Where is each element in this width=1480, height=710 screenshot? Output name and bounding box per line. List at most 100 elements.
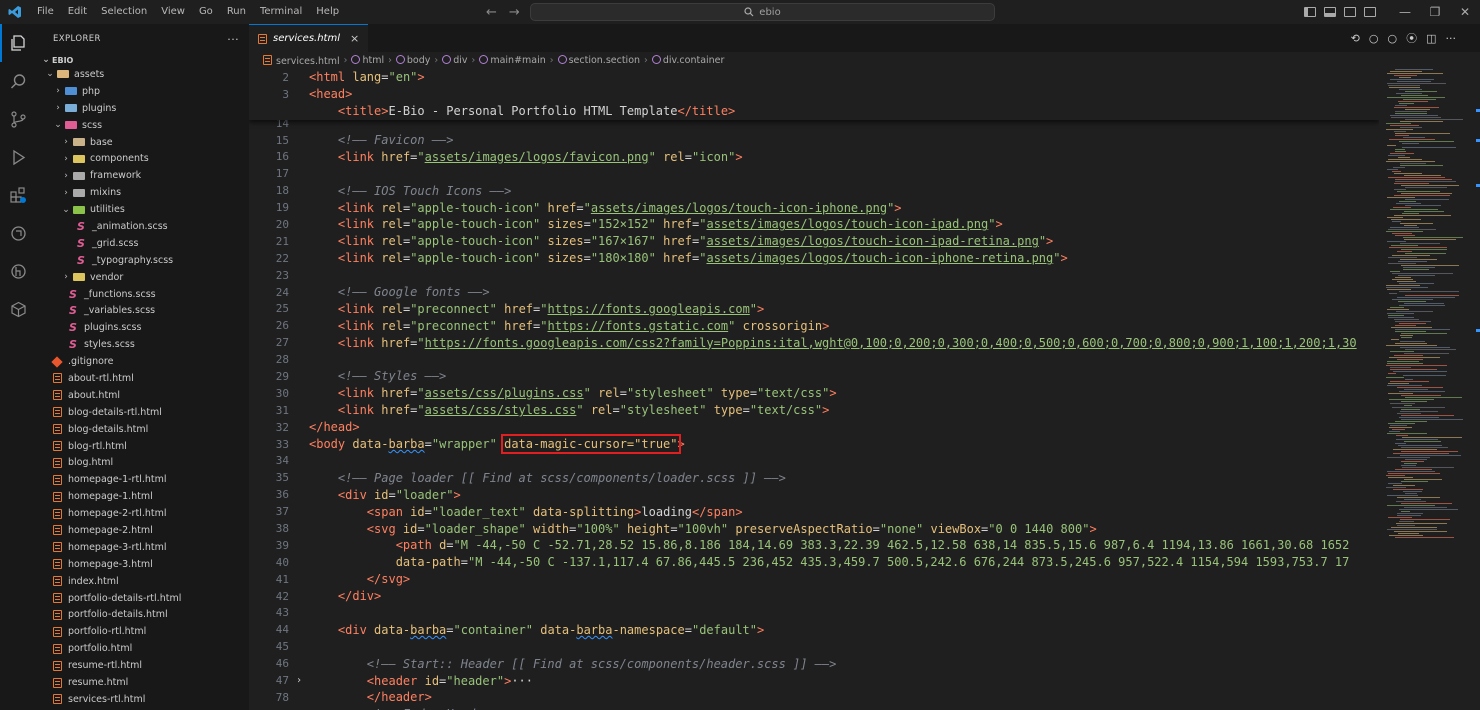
- tree-item[interactable]: ⌄ scss: [36, 117, 249, 134]
- tree-item[interactable]: › mixins: [36, 184, 249, 201]
- code-line[interactable]: 15 <!—— Favicon ——>: [249, 132, 1379, 149]
- tree-item[interactable]: about.html: [36, 387, 249, 404]
- tree-item[interactable]: S _variables.scss: [36, 302, 249, 319]
- tree-item[interactable]: .gitignore: [36, 353, 249, 370]
- code-line[interactable]: 26 <link rel="preconnect" href="https://…: [249, 317, 1379, 334]
- gitlens-icon[interactable]: [0, 252, 36, 290]
- command-center-search[interactable]: ebio: [530, 3, 995, 21]
- code-line[interactable]: 19 <link rel="apple-touch-icon" href="as…: [249, 199, 1379, 216]
- code-line[interactable]: 29 <!—— Styles ——>: [249, 368, 1379, 385]
- code-line[interactable]: 35 <!—— Page loader [[ Find at scss/comp…: [249, 469, 1379, 486]
- menu-item-view[interactable]: View: [154, 0, 192, 24]
- tab-services-html[interactable]: services.html ×: [249, 24, 369, 52]
- toggle-panel-icon[interactable]: [1324, 7, 1336, 17]
- tree-item[interactable]: › framework: [36, 167, 249, 184]
- code-line[interactable]: 21 <link rel="apple-touch-icon" sizes="1…: [249, 233, 1379, 250]
- tree-item[interactable]: index.html: [36, 573, 249, 590]
- toggle-sidebar-icon[interactable]: [1304, 7, 1316, 17]
- extensions-icon[interactable]: [0, 176, 36, 214]
- code-line[interactable]: 41 </svg>: [249, 571, 1379, 588]
- breadcrumb-item[interactable]: body: [395, 55, 430, 66]
- code-line[interactable]: <title>E-Bio - Personal Portfolio HTML T…: [249, 103, 1379, 120]
- code-line[interactable]: 78 </header>: [249, 689, 1379, 706]
- tree-item[interactable]: homepage-2-rtl.html: [36, 505, 249, 522]
- code-line[interactable]: 30 <link href = "assets/css/plugins.css" r…: [249, 385, 1379, 402]
- breadcrumb-item[interactable]: services.html: [263, 54, 340, 67]
- tree-item[interactable]: S _animation.scss: [36, 218, 249, 235]
- go-forward-change-icon[interactable]: ○: [1387, 32, 1397, 45]
- close-window-icon[interactable]: ✕: [1450, 0, 1480, 24]
- code-line[interactable]: 37 <span id="loader_text" data-splitting…: [249, 503, 1379, 520]
- tree-item[interactable]: services-rtl.html: [36, 691, 249, 708]
- code-line[interactable]: 39 <path d="M -44,-50 C -52.71,28.52 15.…: [249, 537, 1379, 554]
- code-line[interactable]: 23: [249, 267, 1379, 284]
- code-line[interactable]: 33 <body data-barba="wrapper" data-magic-…: [249, 434, 1379, 455]
- code-line[interactable]: 31 <link href = "assets/css/styles.css" re…: [249, 402, 1379, 419]
- tree-item[interactable]: ⌄ utilities: [36, 201, 249, 218]
- minimap[interactable]: [1379, 69, 1480, 710]
- run-debug-icon[interactable]: [0, 138, 36, 176]
- tree-item[interactable]: S _grid.scss: [36, 235, 249, 252]
- tree-item[interactable]: › components: [36, 150, 249, 167]
- more-actions-icon[interactable]: ···: [1446, 32, 1457, 45]
- tree-item[interactable]: resume.html: [36, 674, 249, 691]
- code-line[interactable]: 42 </div>: [249, 588, 1379, 605]
- tree-item[interactable]: blog-details.html: [36, 421, 249, 438]
- source-control-icon[interactable]: [0, 100, 36, 138]
- code-line[interactable]: 43: [249, 605, 1379, 622]
- code-line[interactable]: 40 data-path="M -44,-50 C -137.1,117.4 6…: [249, 554, 1379, 571]
- code-editor[interactable]: 2 <html lang="en"> 3 <head> <title>E-Bio - …: [249, 69, 1379, 710]
- tree-item[interactable]: › vendor: [36, 269, 249, 286]
- extension-pack-icon[interactable]: [0, 290, 36, 328]
- restore-icon[interactable]: ❐: [1420, 0, 1450, 24]
- code-line[interactable]: 38 <svg id="loader_shape" width="100%" h…: [249, 520, 1379, 537]
- code-line[interactable]: 24 <!—— Google fonts ——>: [249, 284, 1379, 301]
- breadcrumb-item[interactable]: div.container: [651, 55, 724, 66]
- menu-item-help[interactable]: Help: [309, 0, 346, 24]
- code-line[interactable]: 27 <link href="https://fonts.googleapis.…: [249, 334, 1379, 351]
- back-icon[interactable]: ←: [486, 5, 497, 20]
- code-line[interactable]: 18 <!—— IOS Touch Icons ——>: [249, 182, 1379, 199]
- forward-icon[interactable]: →: [509, 5, 520, 20]
- split-editor-icon[interactable]: ◫: [1426, 32, 1436, 45]
- remote-explorer-icon[interactable]: [0, 214, 36, 252]
- tree-item[interactable]: blog-details-rtl.html: [36, 404, 249, 421]
- tree-item[interactable]: portfolio-details.html: [36, 607, 249, 624]
- code-line[interactable]: 28: [249, 351, 1379, 368]
- menu-item-terminal[interactable]: Terminal: [253, 0, 309, 24]
- tree-item[interactable]: › plugins: [36, 100, 249, 117]
- go-back-change-icon[interactable]: ○: [1369, 32, 1379, 45]
- tree-item[interactable]: › base: [36, 134, 249, 151]
- customize-layout-icon[interactable]: [1364, 7, 1376, 17]
- tree-item[interactable]: portfolio-details-rtl.html: [36, 590, 249, 607]
- tree-item[interactable]: homepage-3-rtl.html: [36, 539, 249, 556]
- workspace-root[interactable]: ⌄ EBIO: [36, 54, 249, 66]
- code-line[interactable]: 2 <html lang="en">: [249, 69, 1379, 86]
- sticky-scroll[interactable]: 2 <html lang="en"> 3 <head> <title>E-Bio - …: [249, 69, 1379, 120]
- tree-item[interactable]: Splugins.scss: [36, 319, 249, 336]
- code-line[interactable]: 3 <head>: [249, 86, 1379, 103]
- code-line[interactable]: 20 <link rel="apple-touch-icon" sizes="1…: [249, 216, 1379, 233]
- code-line[interactable]: 17: [249, 165, 1379, 182]
- code-line[interactable]: 32 </head>: [249, 419, 1379, 436]
- compare-changes-icon[interactable]: ⟲: [1351, 32, 1360, 45]
- code-line[interactable]: 16 <link href = "assets/images/logos/favic…: [249, 148, 1379, 165]
- breadcrumb-item[interactable]: main#main: [479, 55, 546, 66]
- breadcrumb-item[interactable]: div: [442, 55, 468, 66]
- tree-item[interactable]: homepage-2.html: [36, 522, 249, 539]
- tree-item[interactable]: S _functions.scss: [36, 286, 249, 303]
- tree-item[interactable]: › php: [36, 83, 249, 100]
- tree-item[interactable]: about-rtl.html: [36, 370, 249, 387]
- code-line[interactable]: 34: [249, 453, 1379, 470]
- tree-item[interactable]: blog.html: [36, 454, 249, 471]
- tree-item[interactable]: ⌄ assets: [36, 66, 249, 83]
- fold-chevron-icon[interactable]: ›: [289, 675, 309, 686]
- tree-item[interactable]: portfolio.html: [36, 640, 249, 657]
- code-line[interactable]: 25 <link rel="preconnect" href="https://…: [249, 300, 1379, 317]
- code-line[interactable]: 36 <div id="loader">: [249, 486, 1379, 503]
- menu-item-go[interactable]: Go: [192, 0, 220, 24]
- explorer-icon[interactable]: [0, 24, 36, 62]
- tree-item[interactable]: S _typography.scss: [36, 252, 249, 269]
- menu-item-file[interactable]: File: [30, 0, 61, 24]
- menu-item-selection[interactable]: Selection: [94, 0, 154, 24]
